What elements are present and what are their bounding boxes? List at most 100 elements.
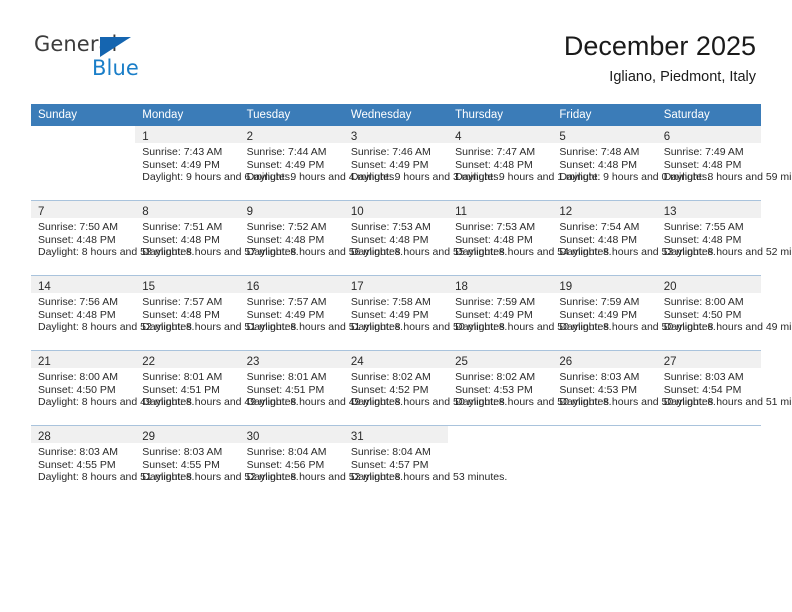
day-number-band: 22 [135, 351, 240, 368]
day-number-band: 25 [448, 351, 553, 368]
calendar-day-cell[interactable]: 28 Sunrise: 8:03 AM Sunset: 4:55 PM Dayligh… [31, 425, 195, 500]
day-number: 6 [663, 131, 671, 143]
day-number: 14 [38, 281, 51, 293]
general-blue-logo[interactable]: General Blue [34, 32, 184, 88]
day-number-band: 30 [239, 426, 344, 443]
calendar-day-cell[interactable]: 30 Sunrise: 8:04 AM Sunset: 4:56 PM Dayligh… [239, 425, 403, 500]
calendar-day-cell[interactable]: 8 Sunrise: 7:51 AM Sunset: 4:48 PM Daylight… [135, 200, 299, 276]
day-sun-info: Sunrise: 8:01 AM Sunset: 4:51 PM Daylight:… [135, 368, 299, 409]
sunrise-text: Sunrise: 8:02 AM [350, 371, 431, 383]
day-number: 21 [38, 356, 51, 368]
sunset-text: Sunset: 4:48 PM [38, 233, 116, 246]
day-number: 7 [38, 206, 45, 218]
day-number: 28 [38, 431, 51, 443]
calendar-day-cell[interactable]: 4 Sunrise: 7:47 AM Sunset: 4:48 PM Daylight… [448, 126, 600, 201]
daylight-text: Daylight: 8 hours and 51 minutes. [663, 396, 792, 409]
day-cell-content: 26 Sunrise: 8:03 AM Sunset: 4:53 PM Dayligh… [552, 351, 716, 425]
day-sun-info: Sunrise: 8:04 AM Sunset: 4:57 PM Daylight:… [344, 443, 507, 484]
calendar-day-cell[interactable]: 18 Sunrise: 7:59 AM Sunset: 4:49 PM Dayligh… [448, 275, 612, 351]
calendar-day-cell[interactable]: 10 Sunrise: 7:53 AM Sunset: 4:48 PM Dayligh… [343, 200, 507, 276]
page-header: General Blue December 2025 Igliano, Pied… [0, 0, 792, 100]
day-number: 10 [350, 206, 364, 218]
sunrise-text: Sunrise: 7:53 AM [455, 221, 536, 233]
sunset-text: Sunset: 4:48 PM [455, 158, 533, 171]
calendar-day-cell[interactable]: 7 Sunrise: 7:50 AM Sunset: 4:48 PM Daylight… [31, 200, 194, 276]
day-cell-content: 27 Sunrise: 8:03 AM Sunset: 4:54 PM Dayligh… [656, 351, 792, 425]
sunrise-text: Sunrise: 7:54 AM [559, 221, 640, 233]
daylight-text: Daylight: 9 hours and 6 minutes. [142, 171, 293, 184]
day-cell-content: 8 Sunrise: 7:51 AM Sunset: 4:48 PM Daylight… [135, 201, 299, 275]
daylight-text: Daylight: 9 hours and 4 minutes. [246, 171, 398, 184]
sunrise-text: Sunrise: 8:01 AM [246, 371, 327, 383]
daylight-text: Daylight: 8 hours and 52 minutes. [246, 471, 403, 484]
day-number: 11 [455, 206, 468, 218]
calendar-day-cell[interactable]: 11 Sunrise: 7:53 AM Sunset: 4:48 PM Dayligh… [448, 200, 612, 276]
day-number-band: 26 [552, 351, 657, 368]
calendar-week-row: 28 Sunrise: 8:03 AM Sunset: 4:55 PM Dayligh… [31, 425, 761, 500]
calendar-day-cell[interactable]: 20 Sunrise: 8:00 AM Sunset: 4:50 PM Dayligh… [656, 275, 792, 351]
day-cell-content: 16 Sunrise: 7:57 AM Sunset: 4:49 PM Dayligh… [239, 276, 403, 350]
daylight-text: Daylight: 8 hours and 53 minutes. [559, 246, 716, 259]
calendar-day-cell[interactable]: 23 Sunrise: 8:01 AM Sunset: 4:51 PM Dayligh… [239, 350, 403, 426]
calendar-week-row: 14 Sunrise: 7:56 AM Sunset: 4:48 PM Dayligh… [31, 275, 792, 351]
calendar-day-cell[interactable]: 14 Sunrise: 7:56 AM Sunset: 4:48 PM Dayligh… [31, 275, 194, 351]
calendar-day-cell[interactable]: 6 Sunrise: 7:49 AM Sunset: 4:48 PM Daylight… [656, 126, 792, 201]
calendar-day-cell[interactable]: 25 Sunrise: 8:02 AM Sunset: 4:53 PM Dayligh… [448, 350, 612, 426]
calendar-day-cell[interactable]: 16 Sunrise: 7:57 AM Sunset: 4:49 PM Dayligh… [239, 275, 403, 351]
weekday-header-row: Sunday Monday Tuesday Wednesday Thursday… [31, 104, 761, 126]
page-subtitle-location: Igliano, Piedmont, Italy [609, 69, 756, 85]
calendar-day-cell[interactable]: 2 Sunrise: 7:44 AM Sunset: 4:49 PM Daylight… [239, 126, 398, 201]
calendar-day-cell[interactable]: 27 Sunrise: 8:03 AM Sunset: 4:54 PM Dayligh… [656, 350, 792, 426]
sunrise-text: Sunrise: 7:50 AM [38, 221, 118, 233]
sunset-text: Sunset: 4:49 PM [246, 158, 325, 171]
day-sun-info: Sunrise: 8:03 AM Sunset: 4:54 PM Daylight:… [657, 368, 792, 409]
daylight-text: Daylight: 8 hours and 50 minutes. [559, 321, 716, 334]
day-cell-content: 21 Sunrise: 8:00 AM Sunset: 4:50 PM Dayligh… [31, 351, 194, 425]
day-sun-info: Sunrise: 7:51 AM Sunset: 4:48 PM Daylight:… [135, 218, 298, 259]
sunset-text: Sunset: 4:57 PM [350, 458, 429, 471]
daylight-text: Daylight: 8 hours and 50 minutes. [350, 396, 508, 409]
calendar-day-cell[interactable]: 15 Sunrise: 7:57 AM Sunset: 4:48 PM Dayligh… [135, 275, 299, 351]
day-number: 4 [455, 131, 462, 143]
calendar-day-cell[interactable]: 9 Sunrise: 7:52 AM Sunset: 4:48 PM Daylight… [239, 200, 403, 276]
day-cell-content [448, 426, 552, 500]
calendar-day-cell[interactable]: 12 Sunrise: 7:54 AM Sunset: 4:48 PM Dayligh… [552, 200, 716, 276]
calendar-day-cell[interactable]: 3 Sunrise: 7:46 AM Sunset: 4:49 PM Daylight… [343, 126, 501, 201]
weekday-header-wednesday: Wednesday [343, 104, 449, 126]
day-number-band: 9 [239, 201, 344, 218]
calendar-day-cell[interactable]: 22 Sunrise: 8:01 AM Sunset: 4:51 PM Dayligh… [135, 350, 299, 426]
calendar-day-cell[interactable]: 13 Sunrise: 7:55 AM Sunset: 4:48 PM Dayligh… [656, 200, 792, 276]
sunset-text: Sunset: 4:53 PM [559, 383, 638, 396]
day-number-band: 3 [343, 126, 449, 143]
calendar-day-cell[interactable]: 1 Sunrise: 7:43 AM Sunset: 4:49 PM Daylight… [135, 126, 293, 201]
sunset-text: Sunset: 4:48 PM [142, 308, 220, 321]
logo-triangle-icon [100, 37, 131, 57]
day-cell-content [31, 126, 135, 200]
calendar-day-cell[interactable]: 31 Sunrise: 8:04 AM Sunset: 4:57 PM Dayligh… [343, 425, 507, 500]
calendar-day-cell[interactable]: 26 Sunrise: 8:03 AM Sunset: 4:53 PM Dayligh… [552, 350, 716, 426]
calendar-day-cell[interactable]: 24 Sunrise: 8:02 AM Sunset: 4:52 PM Dayligh… [343, 350, 508, 426]
calendar-day-cell[interactable]: 5 Sunrise: 7:48 AM Sunset: 4:48 PM Daylight… [552, 126, 710, 201]
calendar-day-cell[interactable]: 17 Sunrise: 7:58 AM Sunset: 4:49 PM Dayligh… [343, 275, 507, 351]
day-number: 29 [142, 431, 156, 443]
sunset-text: Sunset: 4:49 PM [559, 308, 638, 321]
day-number-band: 31 [343, 426, 449, 443]
calendar-day-cell[interactable]: 29 Sunrise: 8:03 AM Sunset: 4:55 PM Dayligh… [135, 425, 299, 500]
day-number: 26 [559, 356, 573, 368]
daylight-text: Daylight: 8 hours and 49 minutes. [142, 396, 299, 409]
calendar-day-cell[interactable]: 19 Sunrise: 7:59 AM Sunset: 4:49 PM Dayligh… [552, 275, 716, 351]
weekday-header-monday: Monday [135, 104, 240, 126]
day-number-band: 6 [656, 126, 761, 143]
day-number-band: 1 [135, 126, 240, 143]
calendar-day-cell[interactable]: 21 Sunrise: 8:00 AM Sunset: 4:50 PM Dayligh… [31, 350, 194, 426]
day-sun-info: Sunrise: 7:57 AM Sunset: 4:49 PM Daylight:… [240, 293, 403, 334]
daylight-text: Daylight: 8 hours and 51 minutes. [38, 471, 195, 484]
sunrise-text: Sunrise: 7:57 AM [142, 296, 223, 308]
weekday-header-thursday: Thursday [448, 104, 553, 126]
day-number: 8 [142, 206, 149, 218]
day-number: 24 [350, 356, 364, 368]
sunrise-text: Sunrise: 7:57 AM [246, 296, 327, 308]
sunset-text: Sunset: 4:49 PM [246, 308, 325, 321]
day-sun-info: Sunrise: 8:00 AM Sunset: 4:50 PM Daylight:… [31, 368, 194, 409]
day-sun-info: Sunrise: 7:44 AM Sunset: 4:49 PM Daylight:… [240, 143, 398, 184]
